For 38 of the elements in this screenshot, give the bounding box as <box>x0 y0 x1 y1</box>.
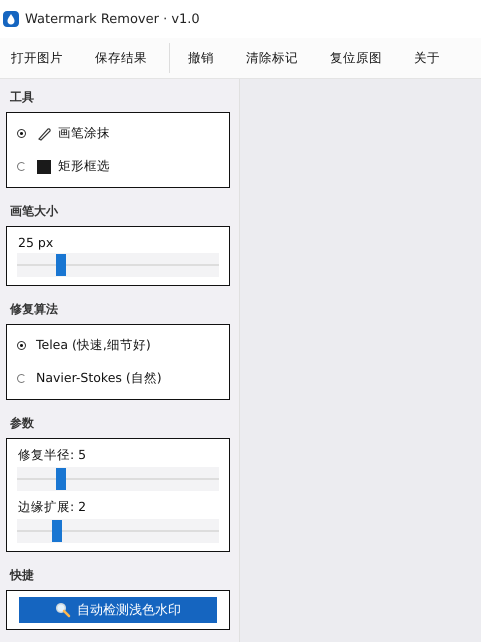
toolbar-button[interactable]: 撤销 <box>176 42 226 74</box>
section-title: 修复算法 <box>10 301 59 318</box>
slider-label: 25 px <box>17 235 54 250</box>
radio-option[interactable]: 矩形框选 <box>17 150 219 183</box>
section-title: 工具 <box>10 89 35 106</box>
radio-button[interactable] <box>17 129 26 138</box>
slider-track[interactable] <box>17 467 219 491</box>
square-icon <box>36 158 52 174</box>
slider-track[interactable] <box>17 519 219 543</box>
search-icon <box>55 602 71 618</box>
slider-thumb[interactable] <box>56 468 66 490</box>
radio-button[interactable] <box>17 162 26 171</box>
radio-button[interactable] <box>17 374 26 383</box>
section-title: 快捷 <box>10 567 35 584</box>
radio-option[interactable]: Navier-Stokes (自然) <box>17 362 219 395</box>
toolbar-button[interactable]: 保存结果 <box>83 42 159 74</box>
slider-thumb[interactable] <box>56 254 66 276</box>
slider-label: 修复半径: 5 <box>17 447 88 464</box>
drop-icon <box>3 11 19 27</box>
option-label: 矩形框选 <box>58 158 110 175</box>
toolbar-button[interactable]: 复位原图 <box>318 42 394 74</box>
section-title: 参数 <box>10 415 35 432</box>
radio-option[interactable]: 画笔涂抹 <box>17 117 219 150</box>
radio-button[interactable] <box>17 341 26 350</box>
radio-option[interactable]: Telea (快速,细节好) <box>17 329 219 362</box>
window-title: Watermark Remover · v1.0 <box>25 12 200 26</box>
toolbar-button[interactable]: 关于 <box>402 42 452 74</box>
option-label: 画笔涂抹 <box>58 125 110 142</box>
pencil-icon <box>36 126 52 142</box>
slider-track[interactable] <box>17 253 219 277</box>
slider-thumb[interactable] <box>52 520 62 542</box>
toolbar-button[interactable]: 打开图片 <box>0 42 75 74</box>
section-title: 画笔大小 <box>10 203 60 220</box>
slider-label: 边缘扩展: 2 <box>17 499 88 516</box>
detect-button[interactable]: 自动检测浅色水印 <box>19 597 217 623</box>
option-label: Telea (快速,细节好) <box>36 337 151 354</box>
option-label: Navier-Stokes (自然) <box>36 370 162 387</box>
toolbar-button[interactable]: 清除标记 <box>234 42 310 74</box>
